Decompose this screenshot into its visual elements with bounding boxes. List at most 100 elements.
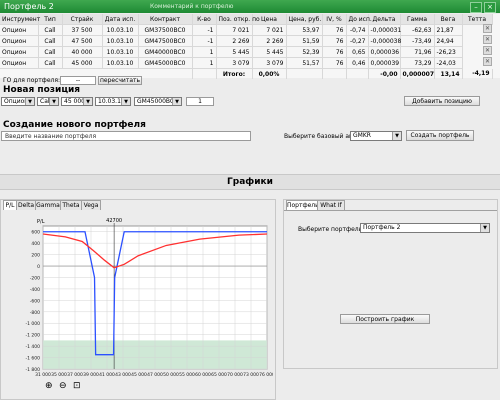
column-header[interactable]: Инструмент [0, 14, 40, 25]
table-cell: 37 500 [62, 24, 103, 36]
chevron-down-icon: ▼ [121, 98, 130, 105]
summary-delta: -0,00 [368, 68, 401, 79]
portfolio-table-container: Инструмент Тип Страйк Дата исп. Контракт К-во… [0, 14, 500, 79]
strike-select[interactable]: 45 000 ▼ [61, 97, 93, 106]
contract-select[interactable]: GM45000BC0 ▼ [134, 97, 182, 106]
summary-vega: 13,14 [434, 68, 463, 79]
column-header[interactable]: К-во [192, 14, 217, 25]
table-cell: 76 [322, 57, 347, 69]
expiry-select[interactable]: 10.03.10M ▼ [95, 97, 131, 106]
table-cell: -26,23 [434, 46, 463, 58]
column-header[interactable]: IV, % [322, 14, 347, 25]
table-cell: 76 [322, 46, 347, 58]
column-header[interactable]: Вега [434, 14, 463, 25]
table-cell: Call [38, 46, 63, 58]
table-cell: 10.03.10 [102, 35, 139, 47]
table-cell: GM45000BC0 [138, 57, 193, 69]
column-header[interactable]: Гамма [400, 14, 435, 25]
right-tab-0[interactable]: Портфель [286, 200, 319, 210]
column-header[interactable]: Дата исп. [102, 14, 139, 25]
delete-row-icon[interactable]: ✕ [483, 57, 492, 66]
table-header-row: Инструмент Тип Страйк Дата исп. Контракт К-во… [0, 14, 493, 25]
y-tick-label: -1 600 [25, 356, 40, 362]
table-cell: -0,74 [346, 24, 369, 36]
delete-row-icon[interactable]: ✕ [483, 46, 492, 55]
chart-tab-vega[interactable]: Vega [81, 200, 101, 210]
minimize-button[interactable]: – [470, 2, 482, 13]
table-cell: -1 [192, 24, 217, 36]
delete-row-icon[interactable]: ✕ [483, 35, 492, 44]
table-cell: 2 269 [252, 35, 287, 47]
right-tab-1[interactable]: What If [317, 200, 345, 210]
window-titlebar: Портфель 2 Комментарий к портфелю – × [0, 0, 500, 13]
table-cell: Call [38, 57, 63, 69]
column-header[interactable]: Контракт [138, 14, 193, 25]
pl-chart[interactable]: 31 000 35 000 37 000 39 000 41 000 43 000 45 0… [3, 212, 273, 382]
table-cell: GM47500BC0 [138, 35, 193, 47]
delete-row-icon[interactable]: ✕ [483, 24, 492, 33]
base-asset-value: GMKR [353, 132, 371, 139]
close-button[interactable]: × [484, 2, 496, 13]
strike-value: 45 000 [64, 98, 85, 105]
zoom-fit-icon[interactable]: ⊡ [73, 382, 85, 392]
table-cell: Call [38, 35, 63, 47]
chart-tab-theta[interactable]: Theta [60, 200, 82, 210]
table-row[interactable]: Опцион Call 37 500 10.03.10 GM37500BC0 -1 7 02… [0, 24, 492, 36]
x-tick-label: 55 000 [179, 372, 195, 378]
column-header[interactable]: Дельта [368, 14, 401, 25]
table-row[interactable]: Опцион Call 45 000 10.03.10 GM45000BC0 1 3 079… [0, 57, 492, 69]
chart-tab-gamma[interactable]: Gamma [35, 200, 61, 210]
quantity-input[interactable]: 1 [186, 97, 214, 106]
position-type-select[interactable]: Опцион ▼ [1, 97, 35, 106]
portfolio-comment[interactable]: Комментарий к портфелю [150, 3, 233, 10]
table-cell: 10.03.10 [102, 57, 139, 69]
column-header[interactable]: Тетта [462, 14, 493, 25]
chart-tab-pl[interactable]: P/L [3, 200, 17, 210]
table-cell: Опцион [0, 24, 39, 36]
y-tick-label: -1 400 [25, 344, 40, 350]
table-cell: 73,29 [400, 57, 435, 69]
column-header[interactable]: Тип [38, 14, 63, 25]
x-tick-label: 73 000 [243, 372, 259, 378]
right-panel: Портфель What If Выберите портфель Портфе… [283, 199, 498, 369]
table-cell: GM40000BC0 [138, 46, 193, 58]
portfolio-table: Инструмент Тип Страйк Дата исп. Контракт К-во… [0, 14, 493, 79]
table-cell: Опцион [0, 57, 39, 69]
zoom-in-icon[interactable]: ⊕ [45, 382, 57, 392]
table-cell: 51,59 [286, 35, 323, 47]
table-cell: 10.03.10 [102, 46, 139, 58]
recalculate-button[interactable]: пересчитать [98, 76, 142, 85]
table-cell: 10.03.10 [102, 24, 139, 36]
new-portfolio-title: Создание нового портфеля [3, 120, 146, 130]
column-header[interactable]: Страйк [62, 14, 103, 25]
build-chart-button[interactable]: Построить график [340, 314, 430, 324]
column-header[interactable]: Цена, руб. [286, 14, 323, 25]
portfolio-name-input[interactable]: Введите название портфеля [1, 131, 251, 141]
chart-panel: P/L Delta Gamma Theta Vega 31 000 35 000 37 00… [0, 199, 276, 400]
table-row[interactable]: Опцион Call 40 000 10.03.10 GM40000BC0 1 5 445… [0, 46, 492, 58]
chevron-down-icon: ▼ [392, 132, 401, 140]
table-cell: 7 021 [252, 24, 287, 36]
zoom-out-icon[interactable]: ⊖ [59, 382, 71, 392]
new-position-title: Новая позиция [3, 85, 81, 95]
create-portfolio-button[interactable]: Создать портфель [406, 130, 474, 141]
table-cell: 76 [322, 35, 347, 47]
chart-tab-delta[interactable]: Delta [16, 200, 36, 210]
table-cell: 1 [192, 57, 217, 69]
table-row[interactable]: Опцион Call 47 500 10.03.10 GM47500BC0 -1 2 26… [0, 35, 492, 47]
option-kind-select[interactable]: Call ▼ [37, 97, 59, 106]
x-tick-label: 35 000 [51, 372, 67, 378]
x-tick-label: 50 000 [163, 372, 179, 378]
y-tick-label: -400 [30, 287, 40, 293]
base-asset-select[interactable]: GMKR ▼ [350, 131, 402, 141]
portfolio-select-value: Портфель 2 [363, 224, 401, 231]
add-position-button[interactable]: Добавить позицию [404, 96, 480, 106]
column-header[interactable]: До исп. [346, 14, 372, 25]
portfolio-select[interactable]: Портфель 2 ▼ [360, 223, 490, 233]
column-header[interactable]: Поз. откр. по [216, 14, 260, 25]
table-cell: -0,000031 [368, 24, 401, 36]
table-cell: 3 079 [216, 57, 253, 69]
x-tick-label: 41 000 [99, 372, 115, 378]
table-cell: 71,96 [400, 46, 435, 58]
table-cell: 52,39 [286, 46, 323, 58]
